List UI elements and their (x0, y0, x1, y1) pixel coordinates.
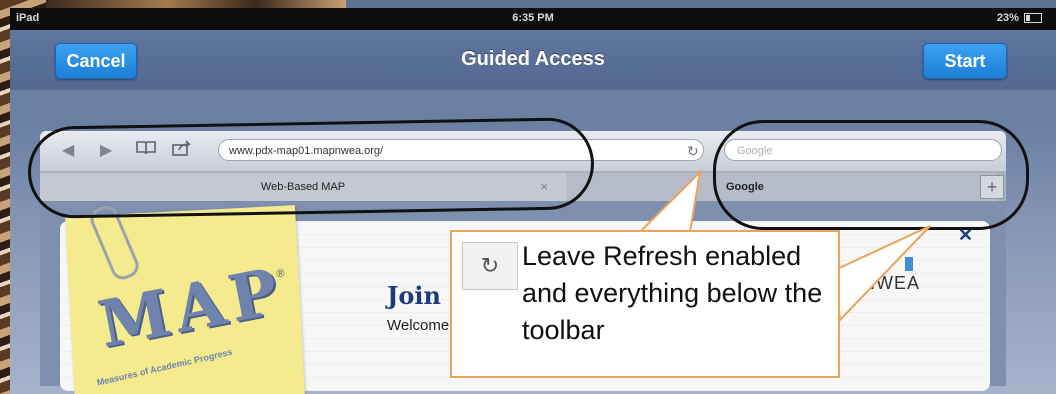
start-button[interactable]: Start (923, 43, 1007, 79)
annotation-oval-right (713, 120, 1029, 230)
background-photo-top (46, 0, 346, 8)
battery-icon (1024, 13, 1042, 24)
guided-access-title: Guided Access (461, 48, 605, 70)
status-time: 6:35 PM (512, 12, 554, 24)
map-sticky-note: MAP ® Measures of Academic Progress (65, 202, 305, 394)
nwea-mark-icon (905, 257, 913, 271)
status-bar: iPad 6:35 PM 23% (10, 8, 1056, 30)
nwea-logo: NWEA (862, 273, 920, 293)
join-heading: Join (387, 281, 441, 310)
annotation-callout: ↻ Leave Refresh enabled and everything b… (450, 230, 840, 378)
welcome-text: Welcome (387, 317, 450, 334)
screenshot-stage: iPad 6:35 PM 23% Cancel Guided Access St… (0, 0, 1056, 394)
refresh-icon[interactable]: ↻ (687, 143, 699, 160)
registered-mark: ® (276, 267, 285, 281)
refresh-icon: ↻ (462, 242, 518, 290)
annotation-oval-left (27, 117, 595, 219)
guided-access-header: Cancel Guided Access Start (10, 30, 1056, 90)
battery-indicator: 23% (997, 12, 1042, 24)
battery-percent: 23% (996, 12, 1019, 24)
callout-text: Leave Refresh enabled and everything bel… (522, 241, 823, 345)
